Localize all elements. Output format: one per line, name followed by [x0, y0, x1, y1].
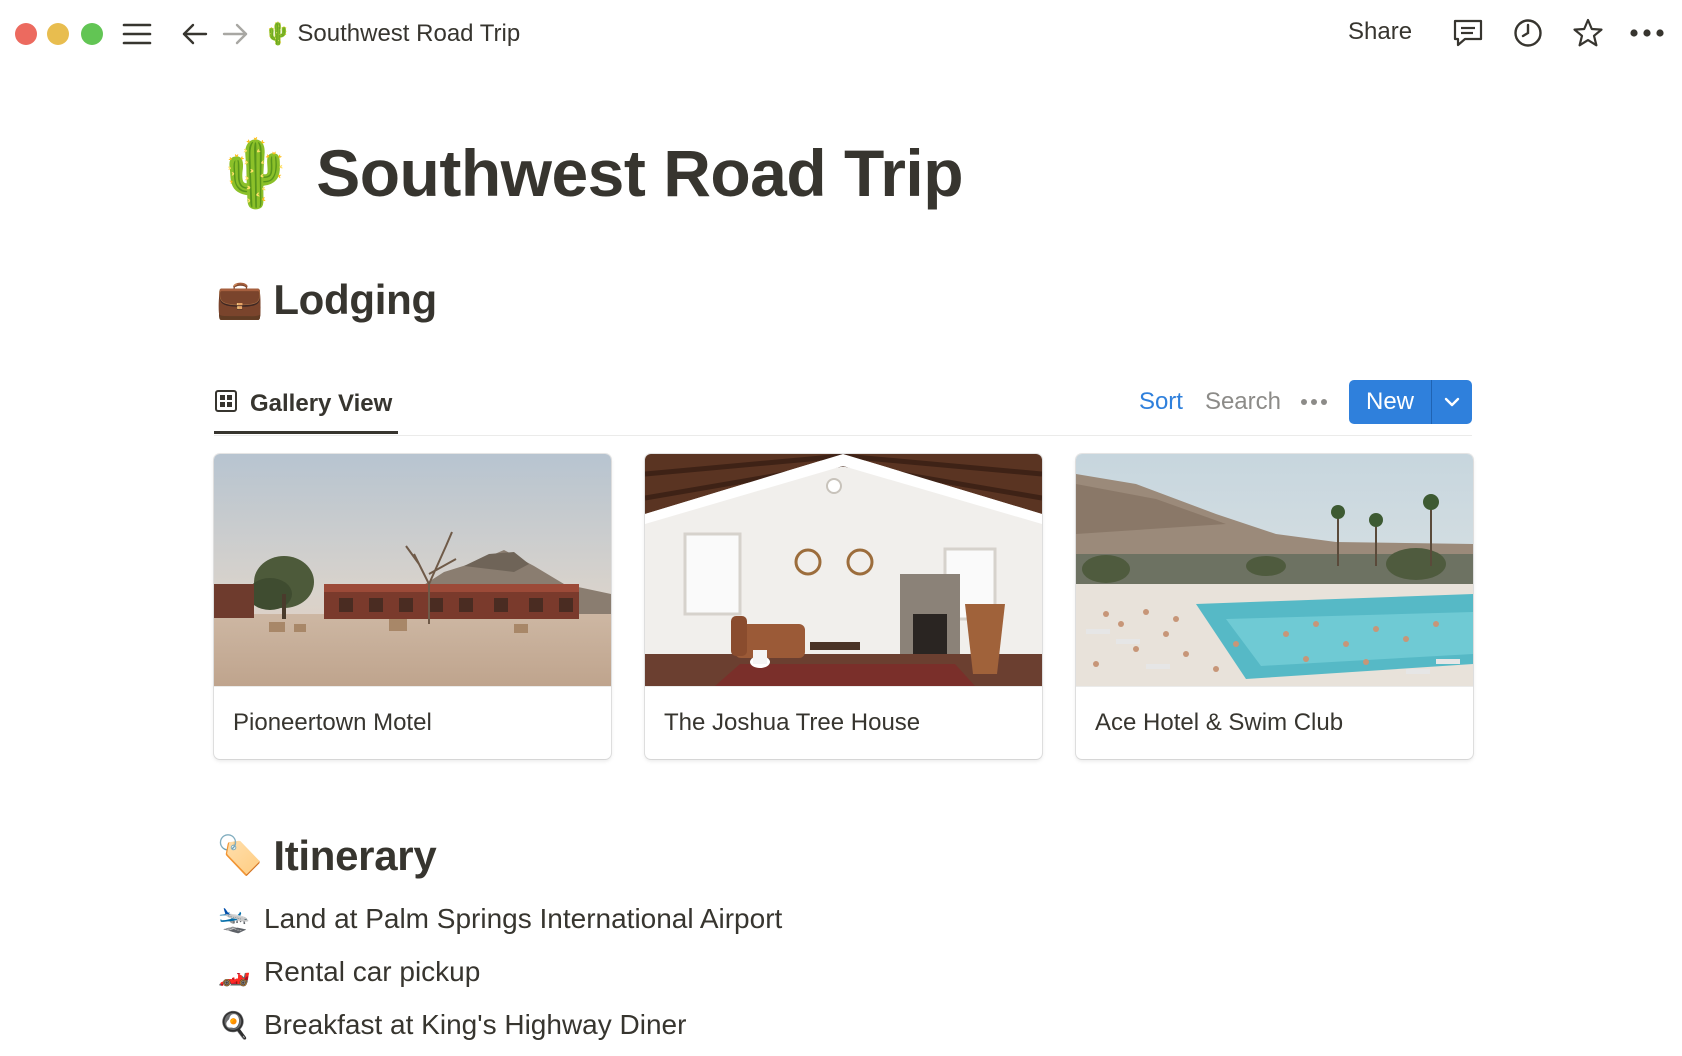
lodging-gallery: Pioneertown Motel The Joshua Tree House …: [214, 454, 1474, 760]
lodging-emoji: 💼: [216, 279, 264, 321]
itinerary-heading[interactable]: 🏷️ Itinerary: [216, 830, 437, 882]
back-arrow-icon[interactable]: [178, 17, 212, 51]
list-item[interactable]: 🍳 Breakfast at King's Highway Diner: [218, 1003, 686, 1047]
pool-party-photo: [1076, 454, 1473, 686]
new-dropdown-chevron-down-icon[interactable]: [1432, 380, 1472, 424]
itinerary-heading-text[interactable]: Itinerary: [273, 832, 436, 880]
card-title: The Joshua Tree House: [645, 686, 1042, 759]
list-item[interactable]: 🏎️ Rental car pickup: [218, 950, 480, 994]
menu-icon[interactable]: [120, 17, 154, 51]
page-emoji[interactable]: 🌵: [214, 140, 296, 206]
share-button[interactable]: Share: [1348, 14, 1412, 50]
database-view-bar: Gallery View Sort Search New: [214, 370, 1472, 436]
sort-button[interactable]: Sort: [1139, 388, 1183, 416]
breadcrumb[interactable]: 🌵 Southwest Road Trip: [264, 16, 520, 52]
view-actions: Sort Search New: [1139, 380, 1472, 424]
new-button[interactable]: New: [1349, 380, 1431, 424]
breadcrumb-emoji: 🌵: [264, 21, 292, 46]
card-title: Ace Hotel & Swim Club: [1076, 686, 1473, 759]
gallery-card[interactable]: The Joshua Tree House: [645, 454, 1042, 759]
frying-pan-icon: 🍳: [218, 1010, 251, 1040]
page-title[interactable]: 🌵 Southwest Road Trip: [214, 128, 964, 218]
comment-icon[interactable]: [1448, 13, 1488, 53]
clock-icon[interactable]: [1508, 13, 1548, 53]
minimize-window-button[interactable]: [47, 23, 69, 45]
list-item-text[interactable]: Land at Palm Springs International Airpo…: [264, 903, 782, 935]
airplane-arrival-icon: 🛬: [218, 904, 251, 934]
title-bar: 🌵 Southwest Road Trip Share: [0, 0, 1682, 70]
list-item-text[interactable]: Rental car pickup: [264, 956, 480, 988]
view-more-icon[interactable]: [1299, 387, 1329, 417]
gallery-grid-icon: [214, 389, 238, 418]
tab-gallery-view[interactable]: Gallery View: [214, 376, 398, 434]
star-icon[interactable]: [1568, 13, 1608, 53]
new-button-group: New: [1349, 380, 1472, 424]
tab-gallery-view-label: Gallery View: [250, 389, 393, 417]
search-button[interactable]: Search: [1205, 388, 1281, 416]
more-icon[interactable]: [1625, 13, 1669, 53]
list-item-text[interactable]: Breakfast at King's Highway Diner: [264, 1009, 686, 1041]
zoom-window-button[interactable]: [81, 23, 103, 45]
list-item[interactable]: 🛬 Land at Palm Springs International Air…: [218, 897, 782, 941]
itinerary-emoji: 🏷️: [216, 835, 264, 877]
lodging-heading[interactable]: 💼 Lodging: [216, 274, 437, 326]
gallery-card[interactable]: Ace Hotel & Swim Club: [1076, 454, 1473, 759]
lodging-heading-text[interactable]: Lodging: [273, 276, 437, 324]
page-title-text[interactable]: Southwest Road Trip: [316, 135, 963, 211]
gallery-card[interactable]: Pioneertown Motel: [214, 454, 611, 759]
race-car-icon: 🏎️: [218, 957, 251, 987]
desert-motel-photo: [214, 454, 611, 686]
forward-arrow-icon[interactable]: [218, 17, 252, 51]
card-title: Pioneertown Motel: [214, 686, 611, 759]
breadcrumb-title: Southwest Road Trip: [297, 20, 521, 47]
interior-living-room-photo: [645, 454, 1042, 686]
close-window-button[interactable]: [15, 23, 37, 45]
